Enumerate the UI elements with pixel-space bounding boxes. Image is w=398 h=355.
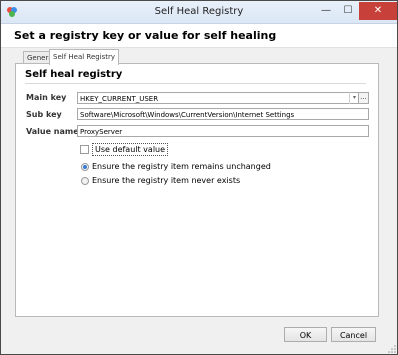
sub-key-field[interactable]: Software\Microsoft\Windows\CurrentVersio… bbox=[77, 108, 369, 120]
use-default-label[interactable]: Use default value bbox=[92, 143, 169, 156]
main-key-value: HKEY_CURRENT_USER bbox=[80, 95, 159, 103]
panel-divider bbox=[25, 83, 366, 84]
browse-button[interactable]: ... bbox=[358, 92, 369, 104]
ok-button[interactable]: OK bbox=[284, 327, 327, 342]
sub-key-label: Sub key bbox=[26, 110, 62, 119]
value-name-field[interactable]: ProxyServer bbox=[77, 125, 369, 137]
maximize-button[interactable]: ☐ bbox=[337, 2, 359, 20]
main-key-combo[interactable]: HKEY_CURRENT_USER bbox=[77, 92, 369, 104]
value-name-label: Value name bbox=[26, 127, 79, 136]
cancel-button[interactable]: Cancel bbox=[331, 327, 376, 342]
title-bar[interactable]: Self Heal Registry — ☐ ✕ bbox=[1, 1, 397, 24]
dialog-header: Set a registry key or value for self hea… bbox=[1, 24, 397, 48]
use-default-checkbox[interactable] bbox=[80, 145, 89, 154]
panel-title: Self heal registry bbox=[25, 69, 123, 80]
tab-self-heal-registry[interactable]: Self Heal Registry bbox=[49, 49, 120, 65]
close-button[interactable]: ✕ bbox=[359, 2, 397, 20]
tab-panel: Self heal registry Main key HKEY_CURRENT… bbox=[15, 63, 379, 317]
main-key-label: Main key bbox=[26, 93, 67, 102]
radio-remains-unchanged-label[interactable]: Ensure the registry item remains unchang… bbox=[92, 162, 271, 171]
dialog-window: Self Heal Registry — ☐ ✕ Set a registry … bbox=[0, 0, 398, 355]
radio-never-exists-label[interactable]: Ensure the registry item never exists bbox=[92, 176, 240, 185]
radio-never-exists[interactable] bbox=[81, 177, 89, 185]
minimize-button[interactable]: — bbox=[315, 2, 337, 20]
resize-grip-icon[interactable] bbox=[388, 345, 396, 353]
dialog-heading: Set a registry key or value for self hea… bbox=[14, 29, 277, 42]
radio-remains-unchanged[interactable] bbox=[81, 163, 89, 171]
